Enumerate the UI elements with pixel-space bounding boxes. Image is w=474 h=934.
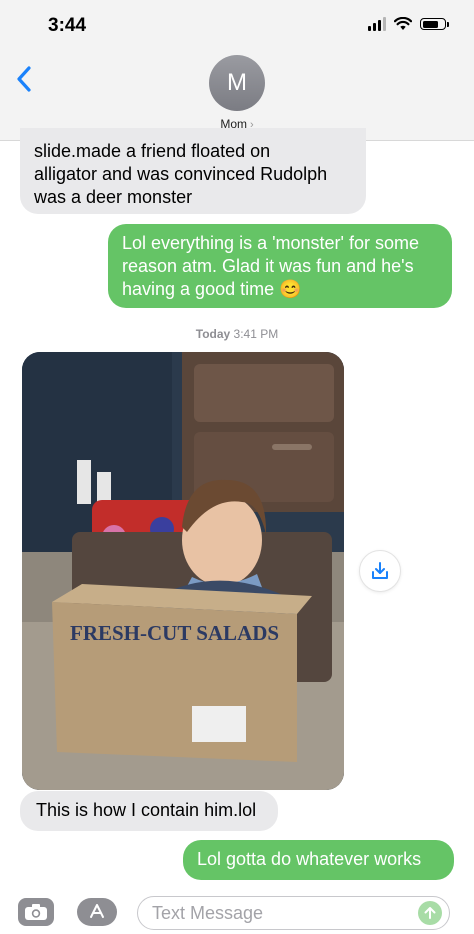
outgoing-message-bubble[interactable]: Lol gotta do whatever works — [183, 840, 454, 880]
message-text: Lol gotta do whatever works — [197, 849, 422, 869]
message-line: reason atm. Glad it was fun and he's — [122, 256, 414, 276]
arrow-up-icon — [424, 907, 436, 919]
message-input-bar: Text Message — [0, 884, 474, 934]
download-icon — [372, 562, 388, 579]
incoming-message-bubble[interactable]: This is how I contain him.lol — [20, 791, 278, 831]
message-placeholder: Text Message — [152, 903, 264, 923]
message-line: slide.made a friend floated on — [34, 141, 271, 161]
message-timestamp: Today 3:41 PM — [0, 327, 474, 341]
photo-attachment[interactable]: FRESH-CUT SALADS — [22, 352, 344, 790]
cellular-signal-icon — [368, 17, 386, 31]
message-line: alligator and was convinced Rudolph — [34, 164, 328, 184]
timestamp-time: 3:41 PM — [233, 327, 279, 341]
camera-button[interactable] — [18, 898, 54, 926]
message-line: Lol everything is a 'monster' for some — [122, 233, 419, 253]
contact-avatar[interactable]: M — [209, 55, 265, 111]
avatar-initial: M — [227, 69, 247, 96]
outgoing-message-bubble[interactable]: Lol everything is a 'monster' for some r… — [108, 224, 452, 308]
status-time: 3:44 — [48, 15, 87, 36]
app-store-icon — [90, 904, 104, 918]
message-text: This is how I contain him.lol — [36, 800, 257, 820]
wifi-icon — [394, 17, 412, 30]
photo-boy-in-box: FRESH-CUT SALADS — [22, 352, 344, 790]
battery-icon — [420, 18, 449, 30]
conversation-header: 3:44 M Mom › — [0, 0, 474, 141]
message-line: having a good time 😊 — [122, 279, 302, 299]
save-photo-button[interactable] — [359, 550, 401, 592]
chevron-left-icon[interactable] — [16, 66, 32, 92]
apps-button[interactable] — [77, 898, 117, 926]
timestamp-day: Today — [195, 327, 231, 341]
message-text-field[interactable]: Text Message — [137, 896, 450, 930]
camera-icon — [25, 904, 47, 920]
send-button[interactable] — [418, 901, 442, 925]
status-icons — [368, 17, 449, 31]
incoming-message-bubble[interactable]: slide.made a friend floated on alligator… — [20, 128, 366, 214]
box-label: FRESH-CUT SALADS — [70, 621, 279, 645]
message-line: was a deer monster — [34, 187, 193, 207]
